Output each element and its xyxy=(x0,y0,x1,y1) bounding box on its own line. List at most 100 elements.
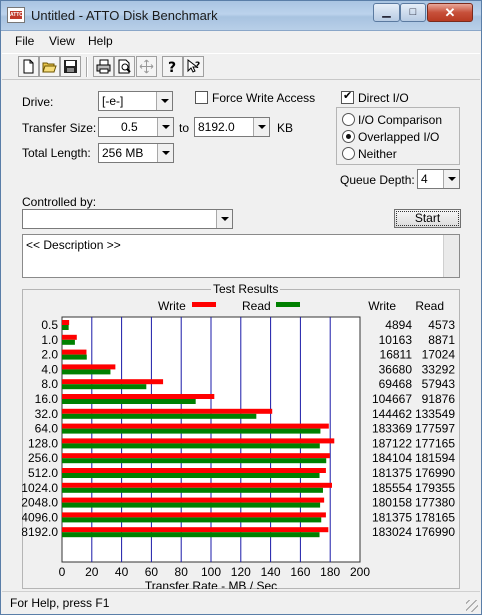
close-button[interactable]: ✕ xyxy=(427,3,473,22)
read-column-header: Read xyxy=(415,299,444,313)
read-value: 133549 xyxy=(415,407,455,421)
x-axis-label: Transfer Rate - MB / Sec xyxy=(145,579,277,589)
write-bar xyxy=(62,349,87,355)
queue-depth-label: Queue Depth: xyxy=(340,173,415,187)
menu-view[interactable]: View xyxy=(49,34,75,48)
legend-write-swatch xyxy=(192,302,216,307)
read-value: 33292 xyxy=(422,362,456,376)
io-comparison-label[interactable]: I/O Comparison xyxy=(358,113,442,127)
x-tick-label: 40 xyxy=(115,565,129,579)
help-icon[interactable]: ? xyxy=(162,56,183,77)
write-value: 4894 xyxy=(385,318,412,332)
maximize-button[interactable]: □ xyxy=(400,3,426,22)
chevron-down-icon[interactable] xyxy=(443,170,459,188)
write-value: 104667 xyxy=(372,392,412,406)
menu-file[interactable]: File xyxy=(15,34,34,48)
total-length-select[interactable]: 256 MB xyxy=(98,143,174,163)
read-bar xyxy=(62,384,147,390)
read-value: 179355 xyxy=(415,481,455,495)
queue-depth-select[interactable]: 4 xyxy=(417,169,460,189)
overlapped-io-label[interactable]: Overlapped I/O xyxy=(358,130,439,144)
print-preview-icon[interactable] xyxy=(114,56,135,77)
transfer-size-to-select[interactable]: 8192.0 xyxy=(194,117,270,137)
category-label: 4096.0 xyxy=(22,510,58,524)
write-bar xyxy=(62,453,330,459)
write-bar xyxy=(62,423,329,429)
write-value: 144462 xyxy=(372,407,412,421)
read-value: 4573 xyxy=(428,318,455,332)
legend-write-label: Write xyxy=(158,299,186,313)
write-bar xyxy=(62,482,332,488)
status-bar: For Help, press F1 xyxy=(2,591,480,614)
category-label: 512.0 xyxy=(28,466,58,480)
write-value: 185554 xyxy=(372,481,412,495)
category-label: 64.0 xyxy=(35,422,59,436)
read-bar xyxy=(62,428,321,434)
read-value: 177380 xyxy=(415,496,455,510)
direct-io-label[interactable]: Direct I/O xyxy=(358,91,409,105)
description-scrollbar[interactable] xyxy=(443,235,459,277)
io-comparison-radio[interactable] xyxy=(342,113,355,126)
category-label: 32.0 xyxy=(35,407,59,421)
print-icon[interactable] xyxy=(93,56,114,77)
transfer-size-from-select[interactable]: 0.5 xyxy=(98,117,174,137)
write-value: 36680 xyxy=(379,362,413,376)
read-bar xyxy=(62,473,320,478)
chevron-down-icon[interactable] xyxy=(157,118,173,136)
read-bar xyxy=(62,487,323,493)
chevron-down-icon[interactable] xyxy=(156,92,172,110)
minimize-button[interactable]: ▁ xyxy=(373,3,400,22)
title-bar[interactable]: ATTO Untitled - ATTO Disk Benchmark ▁ □ … xyxy=(1,1,481,31)
drive-select[interactable]: [-e-] xyxy=(98,91,173,111)
write-value: 181375 xyxy=(372,510,412,524)
resize-grip-icon[interactable] xyxy=(466,600,478,612)
start-button[interactable]: Start xyxy=(394,209,461,228)
overlapped-io-radio[interactable] xyxy=(342,130,355,143)
category-label: 128.0 xyxy=(28,436,58,450)
chevron-down-icon[interactable] xyxy=(253,118,269,136)
write-value: 180158 xyxy=(372,496,412,510)
app-icon: ATTO xyxy=(7,7,25,23)
write-value: 16811 xyxy=(380,348,413,362)
svg-text:?: ? xyxy=(195,61,200,71)
menu-help[interactable]: Help xyxy=(88,34,113,48)
move-icon[interactable] xyxy=(136,56,157,77)
write-bar xyxy=(62,438,335,444)
chevron-down-icon[interactable] xyxy=(216,210,232,228)
x-tick-label: 180 xyxy=(320,565,340,579)
open-icon[interactable] xyxy=(39,56,60,77)
write-value: 183369 xyxy=(372,422,412,436)
new-icon[interactable] xyxy=(18,56,39,77)
description-textarea[interactable]: << Description >> xyxy=(22,234,460,278)
chevron-down-icon[interactable] xyxy=(157,144,173,162)
write-column-header: Write xyxy=(368,299,396,313)
controlled-by-select[interactable] xyxy=(22,209,233,229)
x-tick-label: 120 xyxy=(231,565,251,579)
read-value: 17024 xyxy=(422,348,456,362)
status-text: For Help, press F1 xyxy=(10,596,110,610)
x-tick-label: 160 xyxy=(290,565,310,579)
window-title: Untitled - ATTO Disk Benchmark xyxy=(31,8,218,23)
read-bar xyxy=(62,399,196,404)
read-bar xyxy=(62,354,87,360)
force-write-checkbox[interactable] xyxy=(195,91,208,104)
read-bar xyxy=(62,325,69,330)
save-icon[interactable] xyxy=(60,56,81,77)
write-bar xyxy=(62,334,77,340)
svg-text:?: ? xyxy=(168,60,176,74)
read-bar xyxy=(62,443,320,449)
neither-radio[interactable] xyxy=(342,147,355,160)
toolbar-separator xyxy=(86,57,88,77)
force-write-label[interactable]: Force Write Access xyxy=(212,91,315,105)
x-tick-label: 140 xyxy=(261,565,281,579)
read-value: 176990 xyxy=(415,466,455,480)
direct-io-checkbox[interactable] xyxy=(341,89,354,104)
read-value: 177165 xyxy=(415,436,455,450)
read-bar xyxy=(62,517,322,523)
read-bar xyxy=(62,458,327,464)
read-value: 178165 xyxy=(415,510,455,524)
context-help-icon[interactable]: ? xyxy=(183,56,204,77)
read-bar xyxy=(62,339,75,345)
neither-label[interactable]: Neither xyxy=(358,147,397,161)
read-bar xyxy=(62,502,321,508)
